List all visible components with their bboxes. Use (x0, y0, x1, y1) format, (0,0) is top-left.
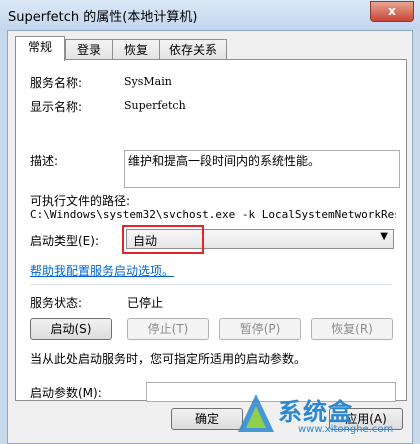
general-panel: 服务名称: SysMain 显示名称: Superfetch 描述: 维护和提高… (15, 59, 407, 402)
close-button[interactable]: x (370, 1, 414, 22)
highlight-box (122, 225, 204, 254)
display-name-label: 显示名称: (30, 100, 83, 114)
start-button[interactable]: 启动(S) (30, 318, 112, 340)
exe-path-value: C:\Windows\system32\svchost.exe -k Local… (30, 208, 396, 221)
dialog-frame: 常规 登录 恢复 依存关系 服务名称: SysMain 显示名称: Superf… (7, 30, 413, 444)
tab-dependencies[interactable]: 依存关系 (159, 39, 227, 60)
divider (30, 284, 392, 285)
service-name-label: 服务名称: (30, 76, 83, 90)
params-hint: 当从此处启动服务时，您可指定所适用的启动参数。 (30, 352, 307, 366)
watermark-icon (238, 394, 274, 432)
pause-button[interactable]: 暂停(P) (219, 318, 301, 340)
service-name-value: SysMain (124, 75, 172, 88)
window-title: Superfetch 的属性(本地计算机) (8, 10, 198, 25)
description-box[interactable]: 维护和提高一段时间内的系统性能。 (124, 150, 400, 188)
description-label: 描述: (30, 154, 59, 168)
service-status-label: 服务状态: (30, 296, 83, 310)
chevron-down-icon: ▼ (380, 231, 388, 242)
title-bar: Superfetch 的属性(本地计算机) x (0, 0, 420, 30)
watermark-text: 系统盒 (278, 398, 353, 426)
tab-logon[interactable]: 登录 (65, 39, 113, 60)
ok-button[interactable]: 确定 (171, 408, 243, 430)
tab-general[interactable]: 常规 (15, 36, 65, 61)
display-name-value: Superfetch (124, 99, 186, 112)
watermark-url: www.xitonghe.com (298, 424, 394, 435)
exe-path-label: 可执行文件的路径: (30, 194, 131, 208)
params-label: 启动参数(M): (30, 386, 102, 400)
help-link[interactable]: 帮助我配置服务启动选项。 (30, 262, 174, 279)
watermark-logo: 系统盒 www.xitonghe.com (236, 392, 420, 440)
close-icon: x (388, 4, 396, 18)
startup-type-label: 启动类型(E): (30, 234, 99, 248)
stop-button[interactable]: 停止(T) (127, 318, 209, 340)
service-status-value: 已停止 (127, 296, 164, 310)
tab-recovery[interactable]: 恢复 (112, 39, 160, 60)
resume-button[interactable]: 恢复(R) (311, 318, 393, 340)
